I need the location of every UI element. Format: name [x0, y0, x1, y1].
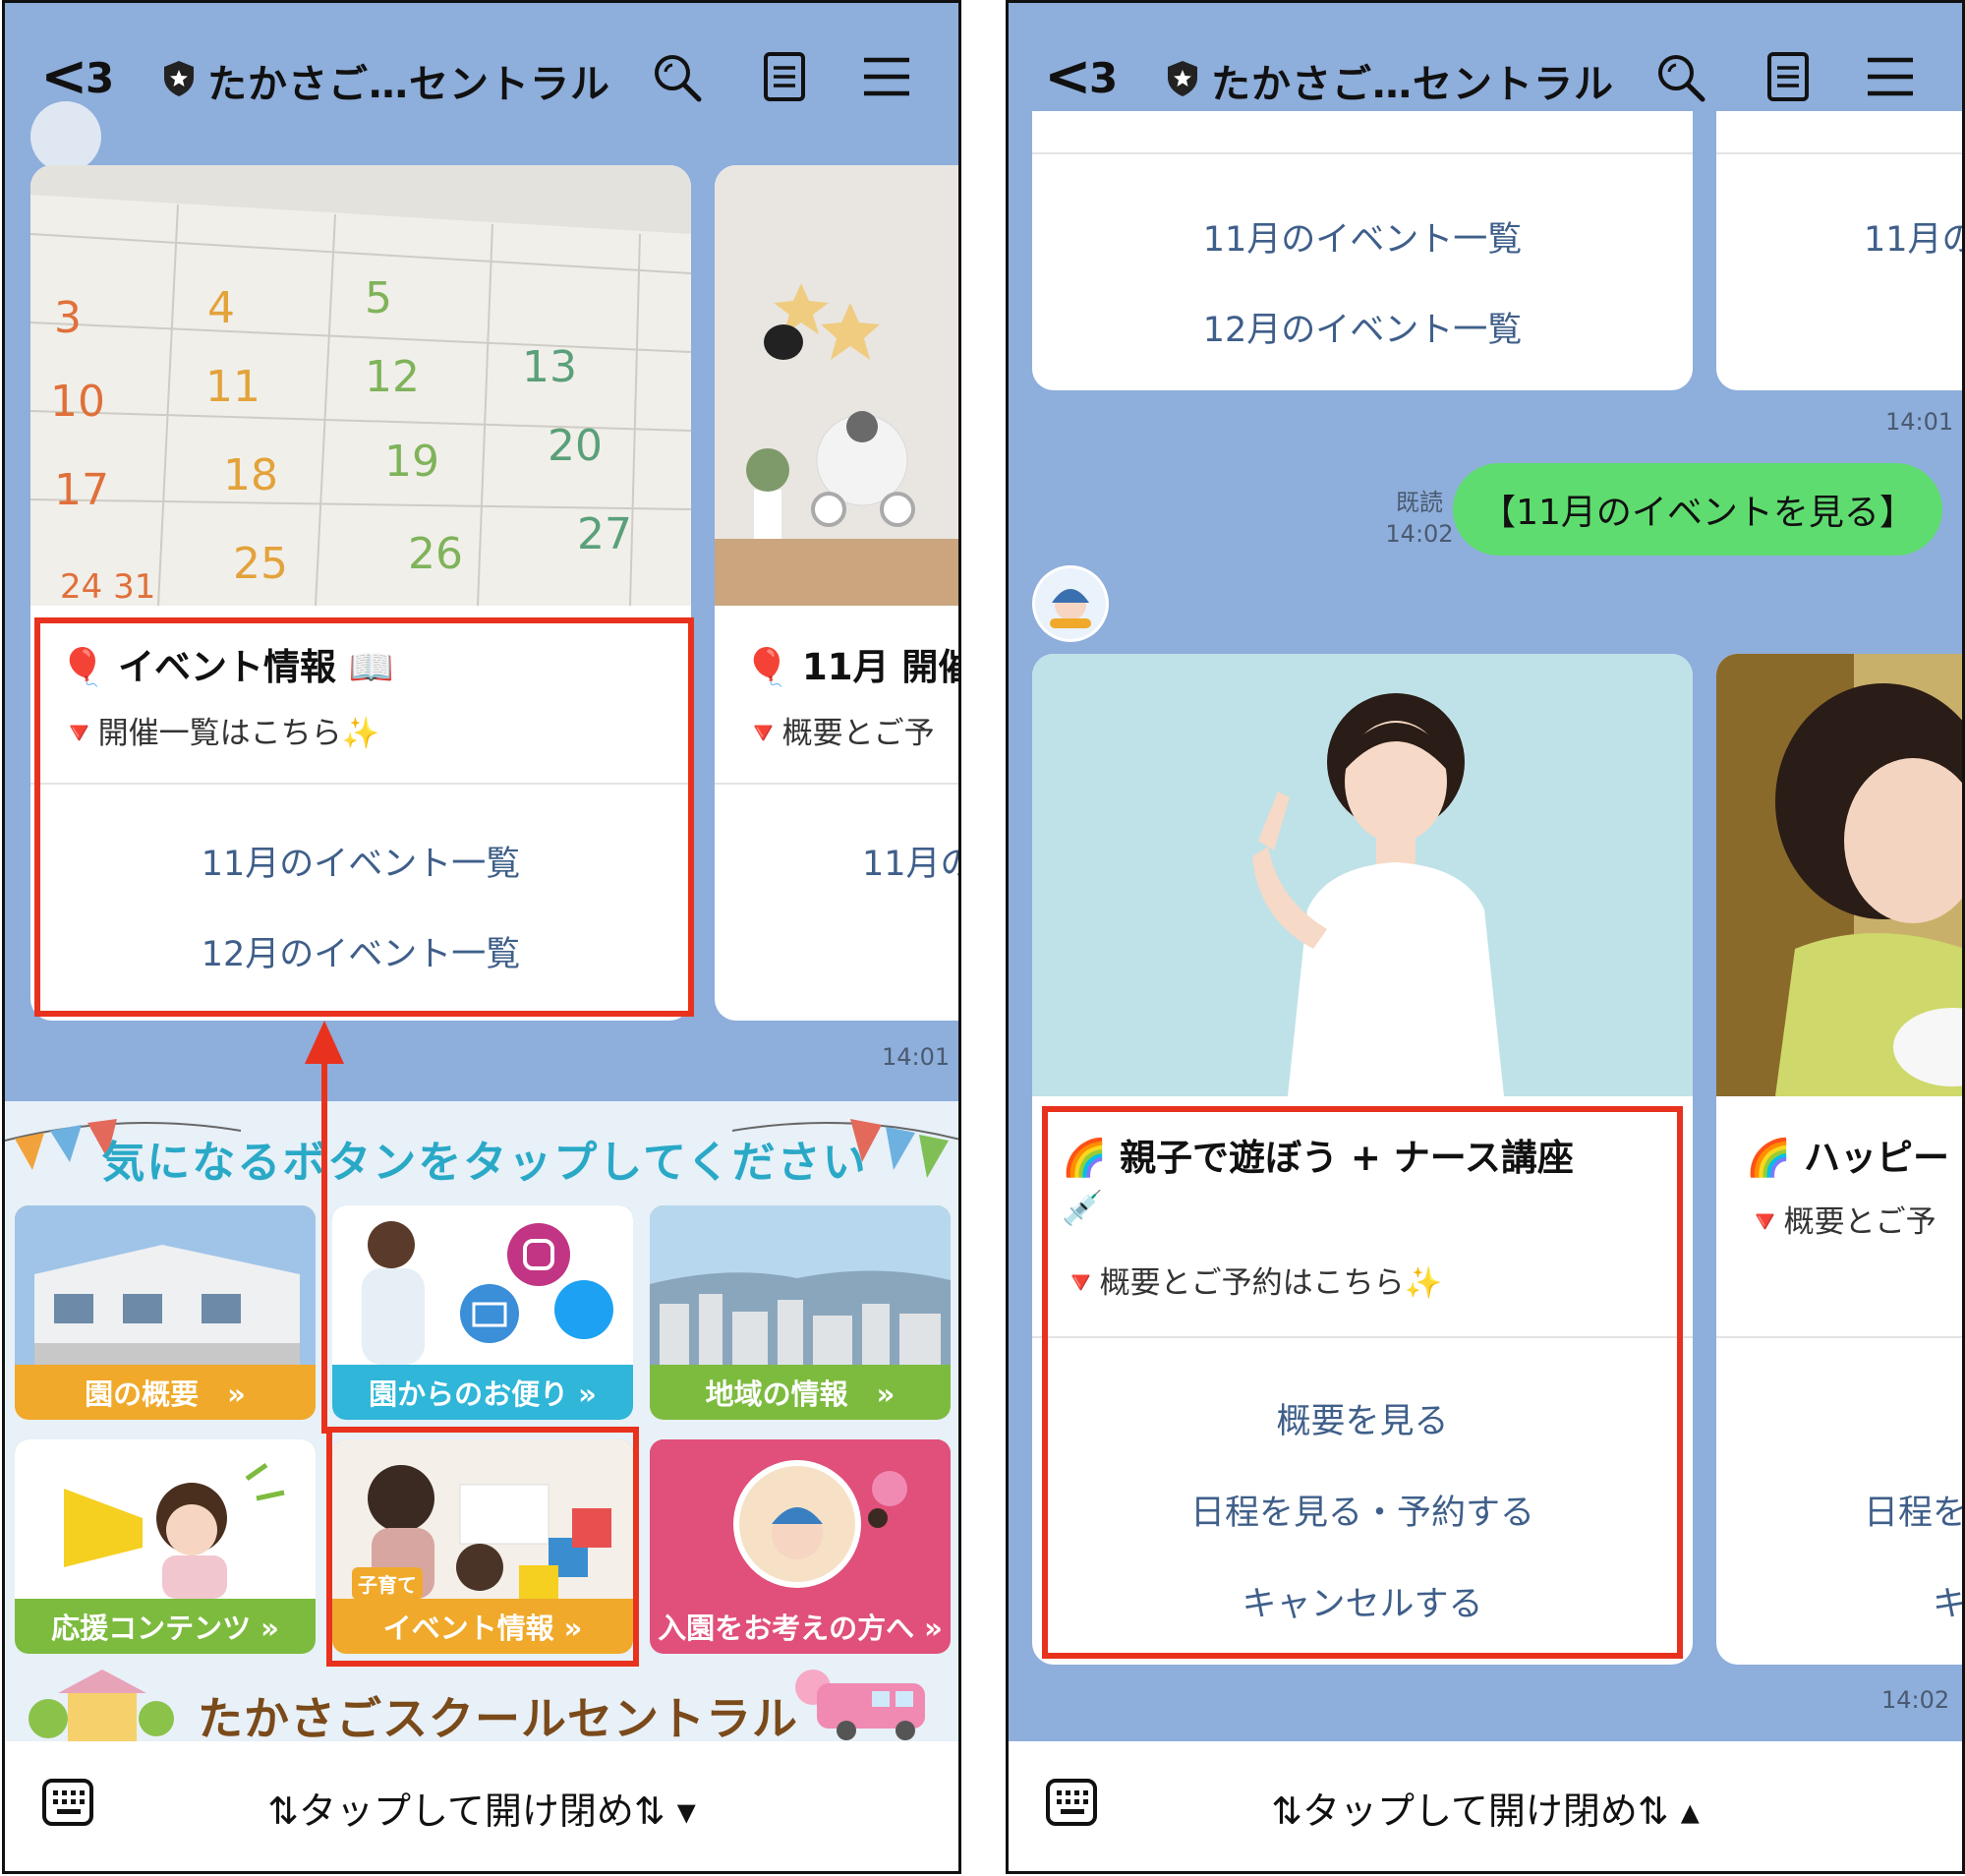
message-timestamp: 14:02 [1881, 1686, 1950, 1714]
nov-event-link[interactable]: 11月の [1864, 211, 1962, 262]
svg-text:20: 20 [548, 421, 603, 471]
nurse-image [1032, 654, 1693, 1096]
nov-events-link[interactable]: 11月のイベント一覧 [1032, 211, 1693, 262]
chat-header: < 3 たかさご…セントラル [1009, 3, 1962, 150]
svg-text:12: 12 [365, 352, 420, 402]
footer-brand: たかさごスクールセントラル [198, 1692, 798, 1745]
sent-message-text: 【11月のイベントを見る】 [1480, 493, 1915, 533]
svg-text:3: 3 [54, 293, 82, 343]
card-subtitle: 🔻概要とご予 [744, 716, 935, 751]
chat-title: たかさご…セントラル [207, 62, 610, 107]
city-view-image [650, 1205, 951, 1365]
nov-event-card: 11月の [1716, 111, 1962, 390]
verified-shield-icon [1168, 61, 1197, 96]
svg-text:27: 27 [577, 509, 632, 559]
cancel-link[interactable]: キ [1933, 1576, 1962, 1626]
unread-count: 3 [86, 54, 115, 102]
toggle-label: ⇅タップして開け閉め⇅ ▾ [267, 1789, 696, 1833]
verified-shield-icon [164, 61, 194, 96]
nursery-room-image [715, 165, 958, 606]
event-info-card: 11月のイベント一覧 12月のイベント一覧 [1032, 111, 1693, 390]
svg-text:24 31: 24 31 [60, 567, 155, 606]
back-button[interactable]: < [40, 42, 88, 109]
menu-icon[interactable] [1864, 50, 1917, 103]
search-icon[interactable] [1653, 50, 1706, 103]
tile-about[interactable]: 園の概要 » [15, 1205, 316, 1420]
svg-text:18: 18 [223, 450, 278, 500]
card-divider [715, 783, 958, 785]
richmenu-banner: 気になるボタンをタップしてください [101, 1138, 868, 1188]
tile-local-info[interactable]: 地域の情報 » [650, 1205, 951, 1420]
tile-label: 入園をお考えの方へ » [658, 1612, 943, 1645]
svg-text:19: 19 [384, 437, 439, 487]
avatar[interactable] [1032, 565, 1109, 642]
highlight-box [1042, 1106, 1683, 1659]
arrow-up-icon [305, 1021, 344, 1434]
tile-label: 地域の情報 » [705, 1378, 896, 1411]
calendar-image: 3 4 5 10 11 12 13 17 18 19 20 25 26 27 2… [30, 165, 691, 606]
highlight-box [326, 1427, 639, 1667]
highlight-box [34, 617, 694, 1017]
nov-event-card: 🎈 11月 開催 🔻概要とご予 11月の [715, 165, 961, 1021]
richmenu-toggle-bar[interactable]: ⇅タップして開け閉め⇅ ▾ [5, 1741, 958, 1871]
chat-header: < 3 たかさご…セントラル [5, 3, 958, 150]
card-divider [1716, 1336, 1962, 1338]
tile-label: 応援コンテンツ » [51, 1612, 279, 1645]
menu-icon[interactable] [860, 50, 913, 103]
mother-child-image [1716, 654, 1962, 1096]
right-phone-screen: < 3 たかさご…セントラル 11月のイベント一覧 12月のイベント一覧 11月… [1006, 0, 1965, 1874]
back-button[interactable]: < [1044, 42, 1092, 109]
svg-text:5: 5 [365, 273, 392, 323]
notes-icon[interactable] [1762, 50, 1815, 103]
card-divider [1032, 152, 1693, 154]
unread-count: 3 [1089, 54, 1119, 102]
message-timestamp: 14:01 [882, 1043, 951, 1071]
newsletter-image [332, 1205, 633, 1365]
svg-text:26: 26 [408, 529, 463, 579]
nov-event-link[interactable]: 11月の [862, 836, 958, 886]
card-title: 🌈 ハッピー [1746, 1137, 1949, 1179]
search-icon[interactable] [650, 50, 703, 103]
tile-support[interactable]: 応援コンテンツ » [15, 1439, 316, 1654]
card-divider [1716, 152, 1962, 154]
chat-title: たかさご…セントラル [1211, 62, 1614, 107]
notes-icon[interactable] [758, 50, 811, 103]
school-bus-illustration [795, 1670, 925, 1740]
richmenu-toggle-bar[interactable]: ⇅タップして開け閉め⇅ ▴ [1009, 1741, 1962, 1871]
view-schedule-link[interactable]: 日程を [1864, 1485, 1962, 1535]
svg-text:13: 13 [522, 342, 577, 392]
megaphone-image [15, 1439, 316, 1599]
dec-events-link[interactable]: 12月のイベント一覧 [1032, 302, 1693, 352]
toggle-label: ⇅タップして開け閉め⇅ ▴ [1271, 1789, 1700, 1833]
svg-text:4: 4 [207, 283, 235, 333]
happy-event-card: 🌈 ハッピー 🔻概要とご予 日程を キ [1716, 654, 1962, 1665]
admission-emblem-image [650, 1439, 951, 1599]
svg-text:25: 25 [233, 539, 288, 589]
left-phone-screen: < 3 たかさご…セントラル 3 4 5 10 11 12 13 17 18 1… [2, 0, 961, 1874]
read-time: 14:02 [1385, 520, 1454, 548]
svg-text:17: 17 [54, 465, 109, 515]
sent-message-bubble[interactable]: 【11月のイベントを見る】 [1453, 463, 1942, 556]
tile-label: 園からのお便り » [369, 1378, 597, 1411]
school-building-image [15, 1205, 316, 1365]
tile-newsletter[interactable]: 園からのお便り » [332, 1205, 633, 1420]
message-timestamp: 14:01 [1885, 408, 1954, 436]
kindergarten-illustration [29, 1670, 174, 1742]
card-subtitle: 🔻概要とご予 [1746, 1204, 1936, 1240]
school-mascot-icon [1035, 568, 1106, 639]
tile-admission[interactable]: 入園をお考えの方へ » [650, 1439, 951, 1654]
card-title: 🎈 11月 開催 [744, 646, 961, 688]
svg-text:10: 10 [50, 377, 105, 427]
tile-label: 園の概要 » [85, 1378, 246, 1411]
svg-text:11: 11 [205, 362, 260, 412]
